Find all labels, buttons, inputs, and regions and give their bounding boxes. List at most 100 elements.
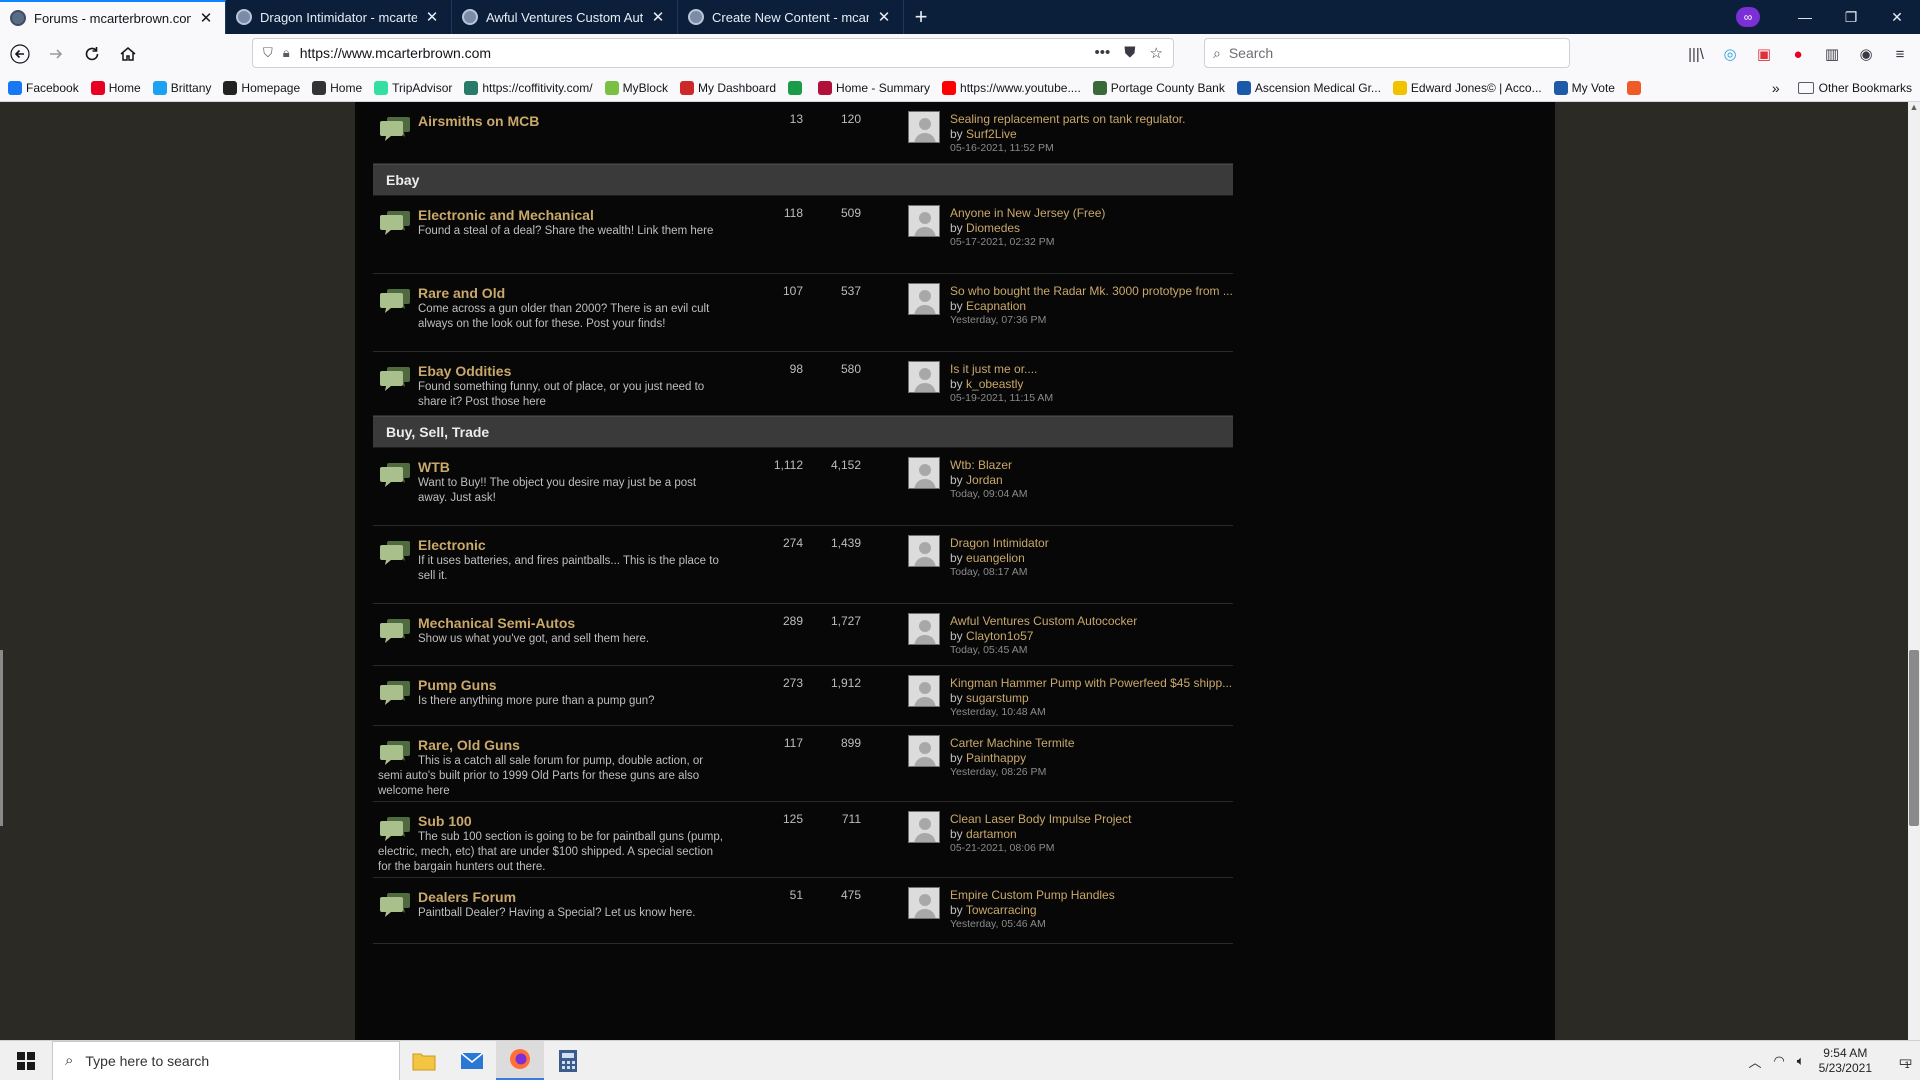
scrollbar-track[interactable] (1908, 102, 1920, 1040)
last-post-title-link[interactable]: So who bought the Radar Mk. 3000 prototy… (950, 284, 1245, 298)
last-post-user-link[interactable]: Clayton1o57 (966, 629, 1033, 643)
forum-name-link[interactable]: Sub 100 (418, 813, 472, 829)
avatar[interactable] (908, 735, 940, 767)
mail-button[interactable] (448, 1041, 496, 1080)
close-icon[interactable]: ✕ (197, 9, 215, 27)
file-explorer-button[interactable] (400, 1041, 448, 1080)
last-post-title-link[interactable]: Is it just me or.... (950, 362, 1245, 376)
last-post-user-link[interactable]: Towcarracing (966, 903, 1037, 917)
start-button[interactable] (0, 1041, 52, 1080)
last-post-user-link[interactable]: Jordan (966, 473, 1003, 487)
last-post-title-link[interactable]: Wtb: Blazer (950, 458, 1245, 472)
bookmark-item[interactable]: Home (312, 80, 362, 95)
bookmark-item[interactable]: https://www.youtube.... (942, 80, 1081, 95)
close-icon[interactable]: ✕ (423, 8, 441, 26)
forum-name-link[interactable]: Mechanical Semi-Autos (418, 615, 575, 631)
last-post-user-link[interactable]: Surf2Live (966, 127, 1017, 141)
bookmark-item[interactable]: Ascension Medical Gr... (1236, 80, 1381, 95)
reload-button[interactable] (76, 38, 108, 70)
forward-button[interactable] (40, 38, 72, 70)
notifications-button[interactable]: ▭ 1 (1888, 1041, 1920, 1080)
network-icon[interactable]: ◠ (1773, 1053, 1784, 1069)
avatar[interactable] (908, 613, 940, 645)
forum-name-link[interactable]: Electronic (418, 537, 486, 553)
chevron-right-icon[interactable]: » (1772, 80, 1780, 96)
avatar[interactable] (908, 675, 940, 707)
bookmark-star-icon[interactable]: ☆ (1150, 44, 1163, 62)
url-text[interactable]: https://www.mcarterbrown.com (300, 45, 1095, 61)
bookmark-item[interactable]: Brittany (152, 80, 211, 95)
last-post-title-link[interactable]: Carter Machine Termite (950, 736, 1245, 750)
bookmark-item[interactable]: Facebook (8, 80, 79, 95)
avatar[interactable] (908, 535, 940, 567)
home-button[interactable] (112, 38, 144, 70)
bookmark-item[interactable]: Home - Summary (818, 80, 930, 95)
lock-icon[interactable]: 🔒︎ (283, 45, 290, 61)
sync-icon[interactable]: ◎ (1716, 40, 1744, 68)
volume-icon[interactable]: 🔈︎ (1797, 1053, 1805, 1069)
avatar[interactable] (908, 205, 940, 237)
last-post-user-link[interactable]: Ecapnation (966, 299, 1026, 313)
tab-forums[interactable]: Forums - mcarterbrown.com ✕ (0, 0, 226, 34)
section-header[interactable]: Buy, Sell, Trade (373, 416, 1233, 448)
pocket-icon[interactable]: ⛊ (1124, 44, 1135, 62)
avatar[interactable] (908, 457, 940, 489)
bookmark-item[interactable]: MyBlock (604, 80, 668, 95)
forum-name-link[interactable]: Electronic and Mechanical (418, 207, 594, 223)
tab-awful-ventures[interactable]: Awful Ventures Custom Autococker ✕ (452, 0, 678, 34)
search-input[interactable]: ⌕ Search (1204, 38, 1570, 68)
tab-create-new-content[interactable]: Create New Content - mcarterbrown.com ✕ (678, 0, 904, 34)
close-icon[interactable]: ✕ (649, 8, 667, 26)
clock[interactable]: 9:54 AM 5/23/2021 (1819, 1046, 1872, 1076)
bookmark-item[interactable]: https://coffitivity.com/ (464, 80, 593, 95)
bookmark-item[interactable]: My Vote (1553, 80, 1615, 95)
avatar[interactable] (908, 887, 940, 919)
last-post-title-link[interactable]: Clean Laser Body Impulse Project (950, 812, 1245, 826)
restore-button[interactable]: ❐ (1828, 0, 1874, 34)
sidebar-icon[interactable]: ▥ (1818, 40, 1846, 68)
forum-name-link[interactable]: Dealers Forum (418, 889, 516, 905)
last-post-title-link[interactable]: Empire Custom Pump Handles (950, 888, 1245, 902)
forum-name-link[interactable]: Pump Guns (418, 677, 497, 693)
bookmark-item[interactable]: Edward Jones© | Acco... (1392, 80, 1542, 95)
bookmark-item[interactable]: My Dashboard (679, 80, 776, 95)
show-hidden-icons-icon[interactable]: ︿ (1748, 1052, 1761, 1071)
forum-name-link[interactable]: Rare, Old Guns (418, 737, 520, 753)
firefox-button[interactable] (496, 1040, 544, 1080)
last-post-user-link[interactable]: sugarstump (966, 691, 1029, 705)
bookmark-item[interactable] (788, 80, 806, 95)
last-post-user-link[interactable]: k_obeastly (966, 377, 1023, 391)
new-tab-button[interactable]: + (904, 0, 938, 34)
library-icon[interactable]: |||\ (1682, 40, 1710, 68)
forum-name-link[interactable]: Rare and Old (418, 285, 505, 301)
back-button[interactable] (4, 38, 36, 70)
section-header[interactable]: Ebay (373, 164, 1233, 196)
scroll-up-arrow-icon[interactable]: ▲ (1908, 102, 1920, 116)
avatar[interactable] (908, 811, 940, 843)
bookmark-item[interactable] (1626, 80, 1645, 95)
calculator-button[interactable] (544, 1041, 592, 1080)
last-post-title-link[interactable]: Anyone in New Jersey (Free) (950, 206, 1245, 220)
last-post-title-link[interactable]: Sealing replacement parts on tank regula… (950, 112, 1245, 126)
last-post-title-link[interactable]: Dragon Intimidator (950, 536, 1245, 550)
last-post-user-link[interactable]: Painthappy (966, 751, 1026, 765)
scrollbar-thumb[interactable] (1909, 650, 1919, 826)
account-icon[interactable]: ◉ (1852, 40, 1880, 68)
other-bookmarks-button[interactable]: Other Bookmarks (1819, 81, 1912, 95)
tab-dragon-intimidator[interactable]: Dragon Intimidator - mcarterbrown.com ✕ (226, 0, 452, 34)
bookmark-item[interactable]: Portage County Bank (1092, 80, 1225, 95)
forum-name-link[interactable]: Ebay Oddities (418, 363, 511, 379)
avatar[interactable] (908, 361, 940, 393)
pinterest-extension-icon[interactable]: ● (1784, 40, 1812, 68)
last-post-user-link[interactable]: dartamon (966, 827, 1017, 841)
last-post-user-link[interactable]: Diomedes (966, 221, 1020, 235)
close-window-button[interactable]: ✕ (1874, 0, 1920, 34)
private-mask-icon[interactable]: ∞ (1736, 7, 1760, 27)
last-post-title-link[interactable]: Awful Ventures Custom Autococker (950, 614, 1245, 628)
menu-icon[interactable]: ≡ (1886, 40, 1914, 68)
bookmark-item[interactable]: TripAdvisor (374, 80, 452, 95)
more-actions-icon[interactable]: ••• (1095, 44, 1111, 62)
forum-name-link[interactable]: WTB (418, 459, 450, 475)
avatar[interactable] (908, 283, 940, 315)
forum-name-link[interactable]: Airsmiths on MCB (418, 113, 539, 129)
